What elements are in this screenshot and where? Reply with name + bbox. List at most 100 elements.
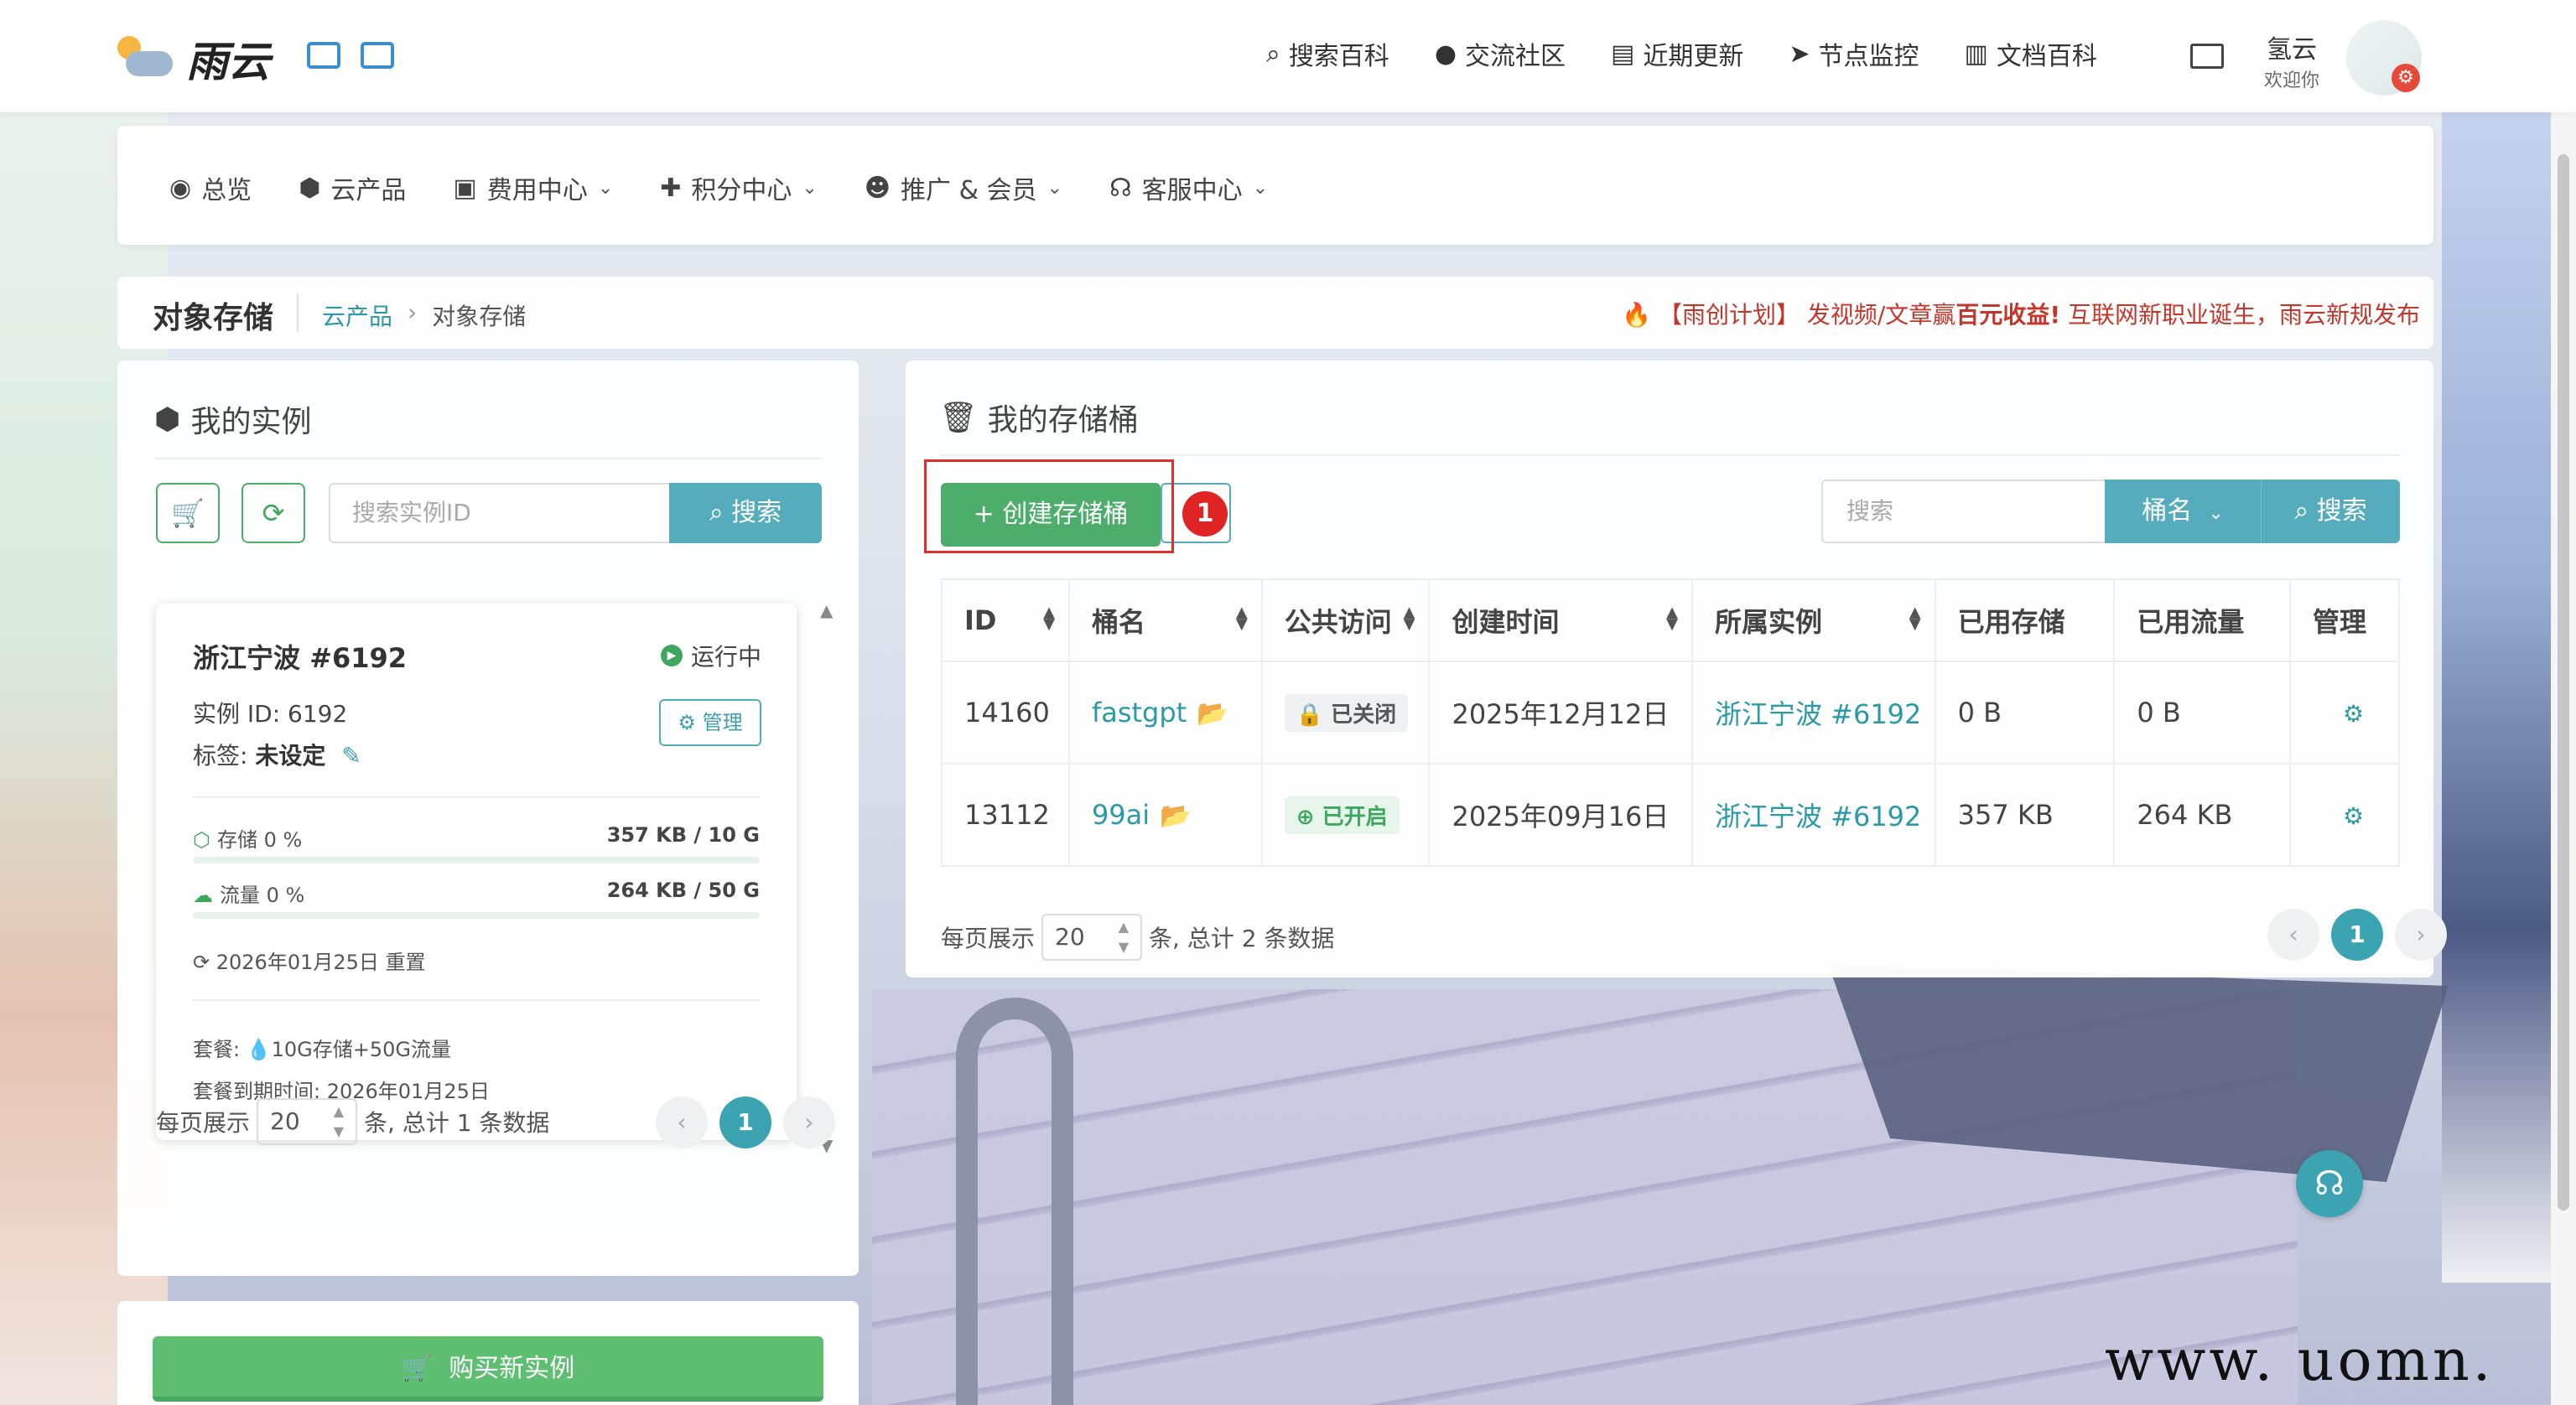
buy-label: 购买新实例	[449, 1354, 575, 1383]
monitor-icon: ➤	[1789, 39, 1810, 69]
page-size-select[interactable]: 20 ▲ ▼	[1041, 914, 1143, 961]
subnav-label: 积分中心	[691, 176, 792, 205]
tag-value: 未设定	[255, 742, 326, 770]
used-storage: 0 B	[1934, 661, 2116, 765]
nav-item-2[interactable]: ▤ 近期更新	[1611, 35, 1743, 72]
next-page-button[interactable]: ›	[2395, 909, 2447, 961]
sort-icon: ▲ ▼	[1909, 604, 1921, 633]
breadcrumb-separator: ›	[408, 298, 418, 326]
folder-open-icon[interactable]: 📂	[1160, 801, 1191, 831]
column-header[interactable]: 所属实例 ▲ ▼	[1690, 578, 1936, 662]
column-label: ID	[964, 604, 997, 636]
manage-cell: ⚙	[2289, 661, 2400, 765]
instance-id: 实例 ID: 6192	[193, 700, 348, 728]
search-field-select[interactable]: 桶名 ⌄	[2105, 480, 2261, 543]
page-size-select[interactable]: 20 ▲ ▼	[257, 1098, 358, 1145]
bucket-name-cell: 99ai 📂	[1067, 763, 1263, 867]
user-info[interactable]: 氢云 欢迎你	[2264, 29, 2319, 92]
pager-prefix: 每页展示	[941, 925, 1036, 952]
used-traffic: 264 KB	[2113, 763, 2292, 867]
breadcrumb-current: 对象存储	[432, 303, 527, 330]
bucket-search-input[interactable]: 搜索	[1821, 480, 2111, 543]
access-cell: 🔒 已关闭	[1260, 661, 1431, 765]
breadcrumb-parent-link[interactable]: 云产品	[322, 298, 392, 332]
table-row: 14160 fastgpt 📂 🔒 已关闭 2025年12月12日 浙江宁波 #6192 0…	[941, 661, 2400, 765]
column-header[interactable]: 创建时间 ▲ ▼	[1428, 578, 1693, 662]
refresh-button[interactable]: ⟳	[242, 483, 305, 543]
page-scrollbar[interactable]	[2551, 112, 2576, 1405]
tag-label: 标签:	[193, 742, 248, 770]
instance-manage-button[interactable]: ⚙ 管理	[659, 699, 761, 746]
instance-link[interactable]: 浙江宁波 #6192	[1715, 698, 1921, 730]
column-header: 管理	[2289, 578, 2400, 662]
bucket-id: 13112	[941, 763, 1070, 867]
weather-cloud-icon	[114, 33, 178, 85]
page-number-button[interactable]: 1	[719, 1097, 771, 1148]
instance-link[interactable]: 浙江宁波 #6192	[1715, 801, 1921, 832]
next-page-button[interactable]: ›	[783, 1097, 835, 1148]
page-number-button[interactable]: 1	[2331, 909, 2383, 961]
edit-icon[interactable]: ✎	[341, 742, 361, 770]
search-icon: ⌕	[709, 498, 724, 527]
mail-icon[interactable]	[2190, 44, 2224, 69]
gear-icon[interactable]: ⚙	[2313, 802, 2364, 830]
spinner-icon: ▲ ▼	[333, 1103, 345, 1139]
buckets-title: 我的存储桶	[987, 403, 1139, 438]
cart-button[interactable]: 🛒	[156, 483, 220, 543]
customer-service-headset-icon[interactable]: ☊	[2296, 1150, 2363, 1217]
instance-cell: 浙江宁波 #6192	[1690, 763, 1936, 867]
instance-search-input[interactable]: 搜索实例ID	[329, 483, 679, 543]
prev-page-button[interactable]: ‹	[2267, 909, 2319, 961]
announcement-link[interactable]: 🔥 【雨创计划】 发视频/文章赢百元收益! 互联网新职业诞生，雨云新规发布	[1622, 297, 2420, 330]
instance-card[interactable]: 浙江宁波 #6192 ▶ 运行中 实例 ID: 6192 ⚙ 管理 标签: 未设…	[156, 604, 797, 1140]
buy-panel: 🛒 购买新实例	[117, 1301, 859, 1405]
globe-icon: ⊕	[1296, 804, 1315, 830]
search-button-label: 搜索	[731, 498, 782, 527]
bucket-search-button[interactable]: ⌕ 搜索	[2261, 480, 2400, 543]
bucket-name-link[interactable]: fastgpt	[1092, 697, 1187, 728]
cubes-icon: ⬢	[299, 173, 321, 203]
prev-page-button[interactable]: ‹	[656, 1097, 708, 1148]
image-icon[interactable]	[307, 42, 340, 69]
column-header[interactable]: 桶名 ▲ ▼	[1067, 578, 1263, 662]
translate-icon[interactable]	[361, 42, 394, 69]
column-label: 所属实例	[1714, 606, 1822, 638]
nav-item-0[interactable]: ⌕ 搜索百科	[1266, 35, 1389, 72]
nav-item-3[interactable]: ➤ 节点监控	[1789, 35, 1919, 72]
gear-icon[interactable]: ⚙	[2313, 700, 2364, 728]
bucket-name-link[interactable]: 99ai	[1092, 799, 1150, 831]
subnav-item-2[interactable]: ▣ 费用中心 ⌄	[453, 169, 613, 206]
left-pager: 每页展示 20 ▲ ▼ 条, 总计 1 条数据	[156, 1098, 549, 1145]
column-label: 创建时间	[1452, 606, 1560, 638]
storage-label: 存储 0 %	[216, 828, 303, 852]
community-icon: ●	[1434, 39, 1457, 69]
settings-badge-icon[interactable]: ⚙	[2392, 64, 2420, 92]
nav-label: 交流社区	[1465, 42, 1566, 71]
chevron-down-icon: ⌄	[2208, 503, 2224, 524]
nav-item-4[interactable]: ▥ 文档百科	[1965, 35, 2097, 72]
subnav-item-0[interactable]: ◉ 总览	[169, 169, 252, 206]
column-header[interactable]: 公共访问 ▲ ▼	[1260, 578, 1431, 662]
sort-icon: ▲ ▼	[1666, 604, 1678, 633]
folder-open-icon[interactable]: 📂	[1197, 699, 1228, 728]
status-label: 运行中	[690, 643, 761, 671]
subnav-item-4[interactable]: ☻ 推广 & 会员 ⌄	[865, 169, 1062, 206]
cart-icon: 🛒	[171, 497, 205, 529]
instance-search-button[interactable]: ⌕ 搜索	[669, 483, 822, 543]
announcement-prefix: 【雨创计划】 发视频/文章赢	[1658, 301, 1956, 329]
nav-item-1[interactable]: ● 交流社区	[1435, 35, 1566, 72]
list-scroll-up-icon[interactable]: ▲	[820, 600, 833, 620]
brand-name: 雨云	[186, 38, 270, 86]
breadcrumb: 对象存储 云产品 › 对象存储 🔥 【雨创计划】 发视频/文章赢百元收益! 互联…	[117, 277, 2433, 349]
logo[interactable]: 雨云	[114, 29, 270, 89]
subnav-item-3[interactable]: ✚ 积分中心 ⌄	[660, 169, 818, 206]
pager-prefix: 每页展示	[156, 1109, 251, 1137]
page-size-value: 20	[1055, 923, 1085, 951]
subnav-item-5[interactable]: ☊ 客服中心 ⌄	[1109, 169, 1268, 206]
money-icon: ▣	[453, 173, 477, 203]
access-label: 已关闭	[1331, 702, 1397, 728]
select-value: 桶名	[2142, 496, 2193, 526]
column-header[interactable]: ID ▲ ▼	[941, 578, 1070, 662]
buy-instance-button[interactable]: 🛒 购买新实例	[153, 1336, 823, 1402]
subnav-item-1[interactable]: ⬢ 云产品	[299, 169, 406, 206]
